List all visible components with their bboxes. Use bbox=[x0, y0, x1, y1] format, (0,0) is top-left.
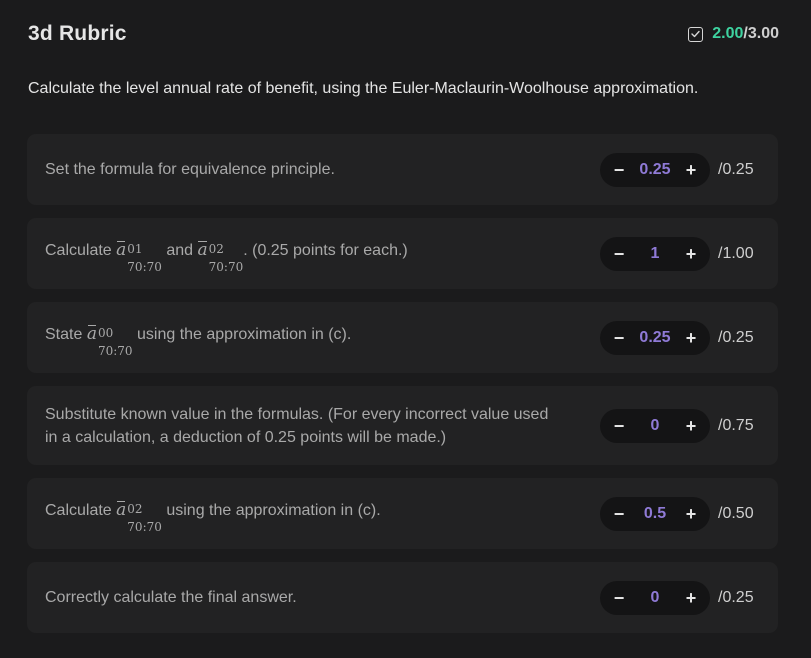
decrement-button[interactable]: − bbox=[612, 417, 626, 435]
criterion-text-part: and bbox=[161, 241, 198, 259]
criterion-text: Calculate a 01 70:70 and a 02 70:70. (0.25 p… bbox=[45, 239, 408, 274]
decrement-button[interactable]: − bbox=[612, 161, 626, 179]
checkbox-checked-icon bbox=[688, 26, 704, 42]
max-points: /0.50 bbox=[718, 504, 754, 522]
score-controls: − 1 + /1.00 bbox=[600, 236, 762, 271]
criterion-text: State a 00 70:70 using the approximation i… bbox=[45, 323, 352, 358]
score-stepper: − 1 + bbox=[600, 236, 710, 271]
criterion-row: Calculate a 01 70:70 and a 02 70:70. (0.25 p… bbox=[27, 218, 778, 289]
score-total: /3.00 bbox=[743, 25, 779, 42]
criterion-row: Calculate a 02 70:70 using the approximati… bbox=[27, 478, 778, 549]
decrement-button[interactable]: − bbox=[612, 245, 626, 263]
criterion-row: Set the formula for equivalence principl… bbox=[27, 134, 778, 205]
rubric-title: 3d Rubric bbox=[28, 22, 127, 45]
max-points: /0.25 bbox=[718, 328, 754, 346]
math-superscript: 02 bbox=[208, 241, 224, 256]
score-stepper: − 0.25 + bbox=[600, 320, 710, 355]
score-value[interactable]: 1 bbox=[626, 245, 684, 263]
math-superscript: 00 bbox=[97, 325, 114, 340]
increment-button[interactable]: + bbox=[684, 417, 698, 435]
math-subscript: 70:70 bbox=[208, 259, 244, 274]
math-superscript: 02 bbox=[127, 501, 143, 516]
question-prompt: Calculate the level annual rate of benef… bbox=[28, 80, 699, 97]
math-superscript: 01 bbox=[127, 241, 143, 256]
criterion-text-part: Calculate bbox=[45, 501, 117, 519]
math-subscript: 70:70 bbox=[97, 343, 133, 358]
math-annuity-symbol: a 02 70:70 bbox=[197, 239, 244, 274]
score-stepper: − 0.25 + bbox=[600, 152, 710, 187]
score-controls: − 0.5 + /0.50 bbox=[600, 496, 762, 531]
score-value[interactable]: 0 bbox=[626, 417, 684, 435]
decrement-button[interactable]: − bbox=[612, 329, 626, 347]
max-points: /0.25 bbox=[718, 160, 754, 178]
score-stepper: − 0 + bbox=[600, 580, 710, 615]
score-value[interactable]: 0.25 bbox=[626, 329, 684, 347]
score-value[interactable]: 0.25 bbox=[626, 161, 684, 179]
increment-button[interactable]: + bbox=[684, 329, 698, 347]
score-value[interactable]: 0 bbox=[626, 589, 684, 607]
score-controls: − 0 + /0.25 bbox=[600, 580, 762, 615]
increment-button[interactable]: + bbox=[684, 589, 698, 607]
decrement-button[interactable]: − bbox=[612, 505, 626, 523]
criterion-row: Correctly calculate the final answer. − … bbox=[27, 562, 778, 633]
max-points: /0.75 bbox=[718, 416, 754, 434]
score-earned: 2.00 bbox=[712, 25, 744, 42]
score-controls: − 0 + /0.75 bbox=[600, 408, 762, 443]
score-stepper: − 0.5 + bbox=[600, 496, 710, 531]
score-controls: − 0.25 + /0.25 bbox=[600, 152, 762, 187]
criterion-text-part: State bbox=[45, 325, 87, 343]
increment-button[interactable]: + bbox=[684, 245, 698, 263]
score-summary: 2.00/3.00 bbox=[688, 25, 779, 43]
criterion-row: Substitute known value in the formulas. … bbox=[27, 386, 778, 465]
score-value[interactable]: 0.5 bbox=[626, 505, 684, 523]
math-subscript: 70:70 bbox=[127, 519, 162, 534]
math-annuity-symbol: a 02 70:70 bbox=[116, 499, 162, 534]
decrement-button[interactable]: − bbox=[612, 589, 626, 607]
max-points: /0.25 bbox=[718, 588, 754, 606]
criterion-text: Set the formula for equivalence principl… bbox=[45, 161, 335, 178]
criteria-list: Set the formula for equivalence principl… bbox=[27, 134, 778, 646]
criterion-text: Calculate a 02 70:70 using the approximati… bbox=[45, 499, 381, 534]
increment-button[interactable]: + bbox=[684, 161, 698, 179]
score-controls: − 0.25 + /0.25 bbox=[600, 320, 762, 355]
criterion-text-part: using the approximation in (c). bbox=[161, 501, 381, 519]
criterion-row: State a 00 70:70 using the approximation i… bbox=[27, 302, 778, 373]
math-annuity-symbol: a 01 70:70 bbox=[116, 239, 162, 274]
rubric-header: 3d Rubric 2.00/3.00 bbox=[28, 20, 779, 48]
math-annuity-symbol: a 00 70:70 bbox=[86, 323, 133, 358]
max-points: /1.00 bbox=[718, 244, 754, 262]
criterion-text: Substitute known value in the formulas. … bbox=[45, 405, 549, 446]
criterion-text: Correctly calculate the final answer. bbox=[45, 589, 297, 606]
score-stepper: − 0 + bbox=[600, 408, 710, 443]
math-subscript: 70:70 bbox=[127, 259, 162, 274]
increment-button[interactable]: + bbox=[684, 505, 698, 523]
criterion-text-part: using the approximation in (c). bbox=[132, 325, 352, 343]
criterion-text-part: Calculate bbox=[45, 241, 117, 259]
criterion-text-part: . (0.25 points for each.) bbox=[243, 241, 408, 259]
